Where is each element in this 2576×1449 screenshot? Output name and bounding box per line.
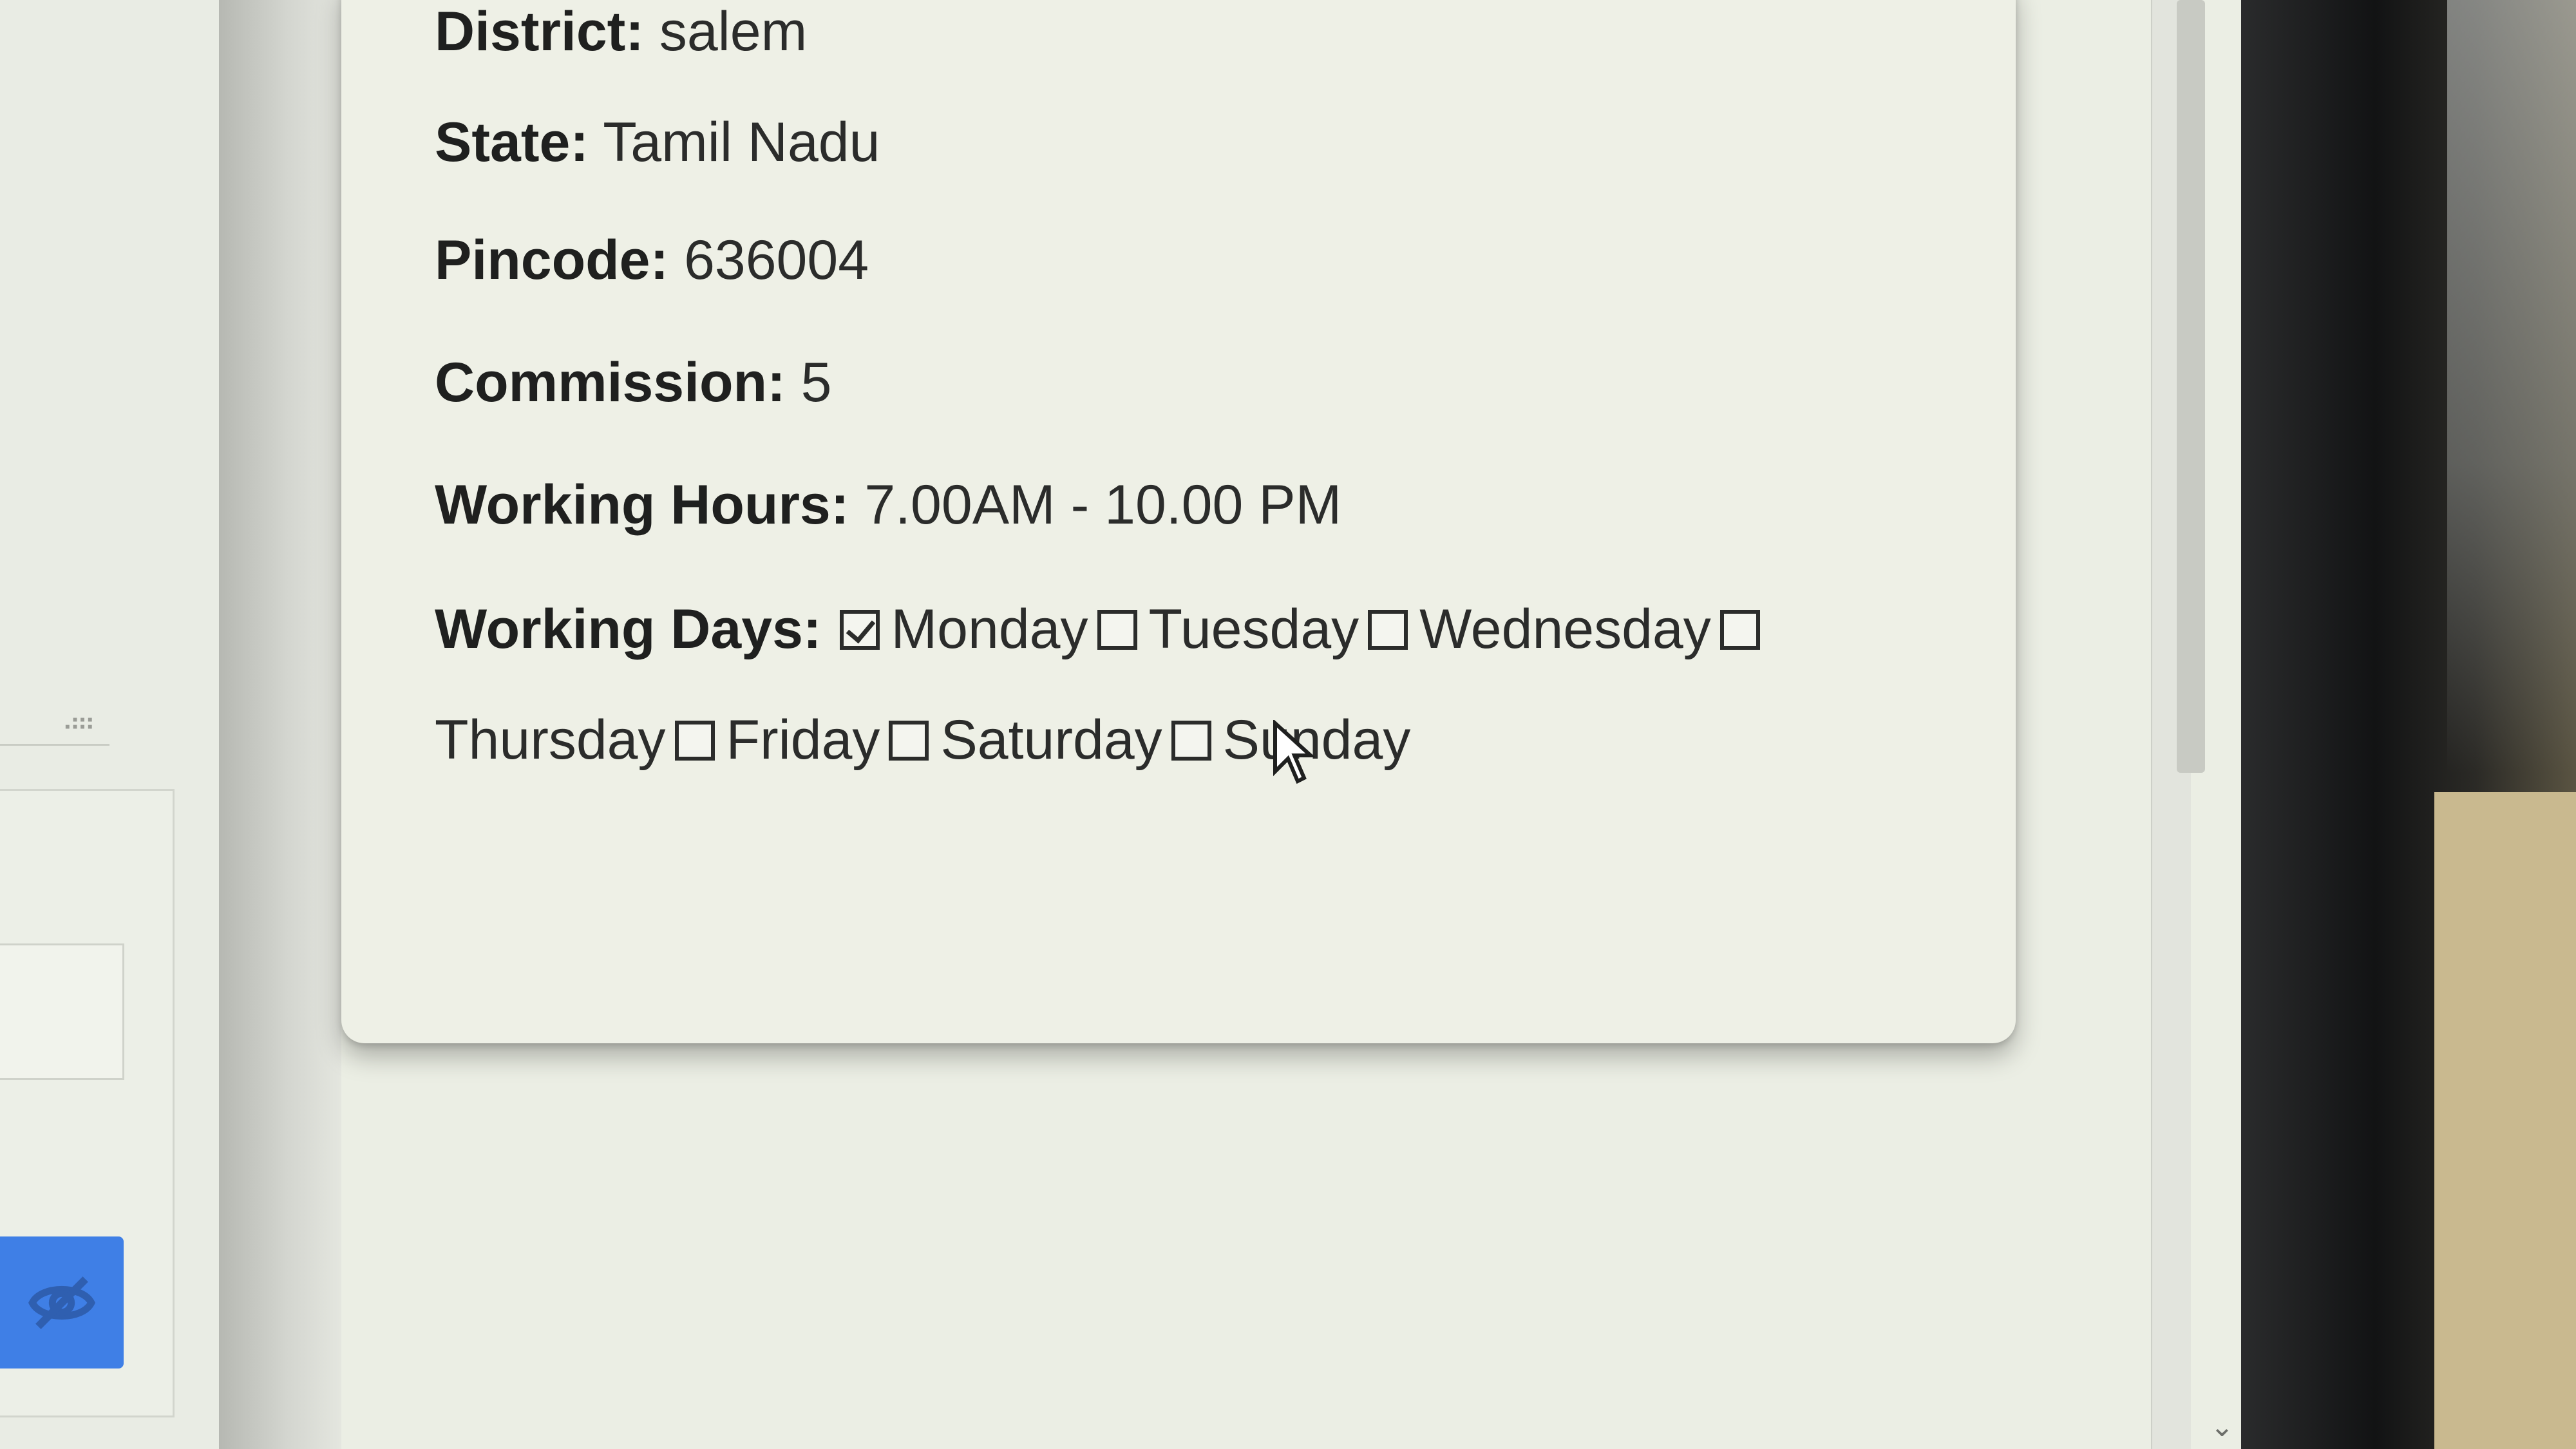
friday-label: Friday bbox=[726, 709, 880, 771]
working-days-line-2: Thursday Friday Saturday Sunday bbox=[435, 708, 1416, 772]
pincode-value: 636004 bbox=[684, 229, 869, 291]
wednesday-checkbox[interactable] bbox=[1368, 609, 1408, 650]
commission-row: Commission: 5 bbox=[435, 351, 831, 415]
working-hours-label: Working Hours: bbox=[435, 474, 849, 536]
text-field[interactable] bbox=[0, 943, 124, 1080]
panel-shadow bbox=[219, 0, 341, 1449]
toggle-visibility-button[interactable] bbox=[0, 1236, 124, 1368]
state-label: State: bbox=[435, 111, 589, 173]
working-hours-value: 7.00AM - 10.00 PM bbox=[864, 474, 1342, 536]
commission-value: 5 bbox=[800, 352, 832, 413]
working-days-line-1: Working Days: Monday Tuesday Wednesday bbox=[435, 598, 1772, 661]
monday-checkbox[interactable] bbox=[839, 609, 880, 650]
thursday-checkbox[interactable] bbox=[1719, 609, 1760, 650]
commission-label: Commission: bbox=[435, 352, 786, 413]
tuesday-checkbox[interactable] bbox=[1097, 609, 1137, 650]
pincode-label: Pincode: bbox=[435, 229, 669, 291]
details-dialog: District: salem State: Tamil Nadu Pincod… bbox=[341, 0, 2016, 1043]
district-row: District: salem bbox=[435, 0, 807, 64]
wednesday-label: Wednesday bbox=[1419, 598, 1711, 660]
screen: ⠴⠶ District: salem State: Tamil Nadu Pin… bbox=[0, 0, 2241, 1449]
sunday-checkbox[interactable] bbox=[1171, 720, 1211, 761]
working-hours-row: Working Hours: 7.00AM - 10.00 PM bbox=[435, 473, 1341, 537]
background-object bbox=[2434, 792, 2576, 1449]
divider bbox=[0, 744, 109, 746]
background-form-panel: ⠴⠶ bbox=[0, 0, 220, 1449]
thursday-label: Thursday bbox=[435, 709, 666, 771]
resize-grip-icon[interactable]: ⠴⠶ bbox=[62, 707, 97, 738]
saturday-checkbox[interactable] bbox=[889, 720, 929, 761]
mouse-pointer-icon bbox=[1273, 720, 1316, 784]
monday-label: Monday bbox=[891, 598, 1088, 660]
pincode-row: Pincode: 636004 bbox=[435, 229, 869, 292]
saturday-label: Saturday bbox=[940, 709, 1162, 771]
tuesday-label: Tuesday bbox=[1148, 598, 1359, 660]
working-days-label: Working Days: bbox=[435, 598, 822, 660]
state-value: Tamil Nadu bbox=[603, 111, 880, 173]
eye-off-icon bbox=[28, 1276, 95, 1329]
screen-glare bbox=[2447, 0, 2576, 773]
state-row: State: Tamil Nadu bbox=[435, 111, 880, 175]
district-value: salem bbox=[659, 1, 808, 62]
friday-checkbox[interactable] bbox=[674, 720, 715, 761]
scrollbar-thumb[interactable] bbox=[2177, 0, 2205, 773]
monitor-bezel bbox=[2241, 0, 2576, 1449]
district-label: District: bbox=[435, 1, 644, 62]
chevron-down-icon[interactable]: ⌄ bbox=[2210, 1410, 2234, 1443]
